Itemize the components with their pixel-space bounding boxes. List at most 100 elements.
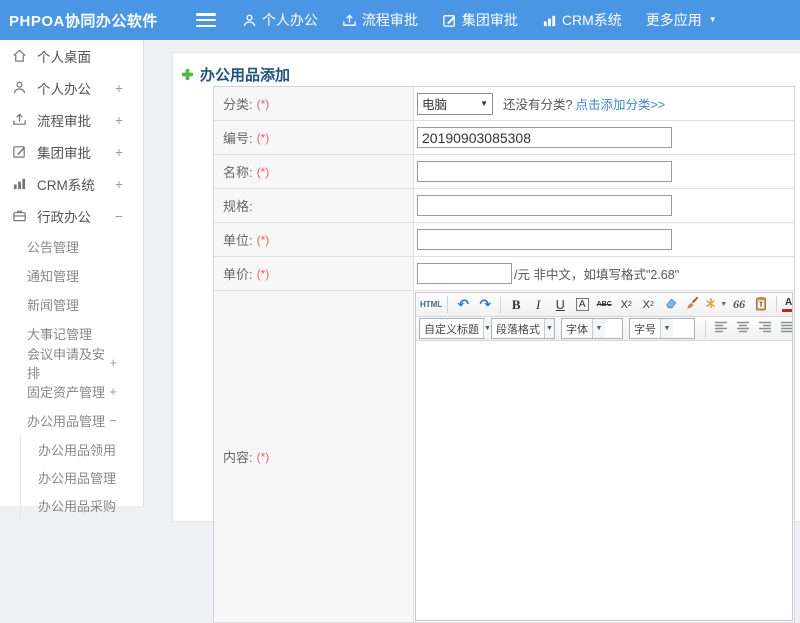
font-border-button[interactable]: A [572,295,592,315]
font-size-dropdown[interactable]: 字号 ▼ [629,318,695,339]
sidebar-item-personal-desktop[interactable]: 个人桌面 [0,40,143,72]
sidebar-item-office-supplies-mgmt[interactable]: 办公用品管理 − [0,406,143,435]
align-center-button[interactable] [733,319,753,339]
topnav-crm-system[interactable]: CRM系统 [542,10,622,30]
expander-minus[interactable]: − [109,413,117,428]
field-label: 分类: [223,97,253,112]
sidebar-item-supplies-manage[interactable]: 办公用品管理 [21,463,143,491]
italic-button[interactable]: I [528,295,548,315]
align-right-button[interactable] [755,319,775,339]
spec-input[interactable] [417,195,672,216]
expander-plus[interactable]: + [109,384,117,399]
editor-content-area[interactable] [416,341,792,620]
required-marker: (*) [256,164,270,179]
sidebar-item-supplies-purchase[interactable]: 办公用品采购 [21,491,143,519]
expander-plus[interactable]: + [115,80,123,96]
required-marker: (*) [256,96,270,111]
sidebar-item-crm-system[interactable]: CRM系统 + [0,168,143,200]
expander-plus[interactable]: + [115,144,123,160]
add-category-link[interactable]: 点击添加分类>> [575,94,665,113]
undo-button[interactable]: ↶ [453,295,473,315]
caret-down-icon: ▼ [660,319,673,338]
price-input[interactable] [417,263,512,284]
redo-button[interactable]: ↷ [475,295,495,315]
paragraph-format-dropdown[interactable]: 段落格式 ▼ [491,318,555,339]
format-brush-icon [685,296,700,313]
expander-plus[interactable]: + [115,176,123,192]
topnav-label: 个人办公 [261,12,318,28]
sidebar-item-label: 固定资产管理 [27,385,106,400]
form-row-spec: 规格: [214,189,794,223]
required-marker: (*) [256,266,270,281]
topnav-group-approval[interactable]: 集团审批 [442,10,518,30]
unit-input[interactable] [417,229,672,250]
sidebar-item-label: 流程审批 [37,114,91,129]
field-label-cell: 单位: (*) [214,223,414,256]
sidebar-item-workflow-approval[interactable]: 流程审批 + [0,104,143,136]
align-left-button[interactable] [711,319,731,339]
field-label-cell: 规格: [214,189,414,222]
name-input[interactable] [417,161,672,182]
supplies-add-form: 分类: (*) 电脑 ▼ 还没有分类? 点击添加分类>> 编号: (*) 201… [213,86,795,623]
bold-button[interactable]: B [506,295,526,315]
topnav-workflow-approval[interactable]: 流程审批 [342,10,418,30]
align-left-icon [714,321,728,336]
caret-down-icon: ▼ [708,15,717,24]
field-label-cell: 分类: (*) [214,87,414,120]
align-right-icon [758,321,772,336]
hamburger-icon[interactable] [195,13,216,27]
dropdown-label: 字体 [566,323,588,336]
category-select[interactable]: 电脑 ▼ [417,92,493,115]
topnav-label: CRM系统 [561,12,622,28]
html-source-button[interactable]: HTML [420,295,442,315]
custom-title-dropdown[interactable]: 自定义标题 ▼ [419,318,491,339]
sidebar-item-news-mgmt[interactable]: 新闻管理 [0,290,143,319]
sidebar-item-fixed-assets-mgmt[interactable]: 固定资产管理 + [0,377,143,406]
form-row-content: 内容: (*) HTML ↶ ↷ B I U A ABC X 2 X 2 ▼ 6… [214,291,794,623]
underline-button[interactable]: U [550,295,570,315]
field-label: 单价: [223,267,253,282]
plus-icon [181,68,194,81]
paste-plain-button[interactable] [751,295,771,315]
top-navigation: 个人办公 流程审批 集团审批 CRM系统 更多应用 ▼ [242,10,717,30]
sidebar-item-label: 通知管理 [27,269,80,284]
expander-minus[interactable]: − [115,208,123,224]
sidebar-item-label: CRM系统 [37,178,95,193]
topnav-personal-office[interactable]: 个人办公 [242,10,318,30]
sidebar-item-announcement-mgmt[interactable]: 公告管理 [0,232,143,261]
topnav-more-apps[interactable]: 更多应用 ▼ [646,10,717,30]
topnav-label: 更多应用 [645,12,702,28]
sidebar-item-label: 个人办公 [37,82,91,97]
sidebar-item-notice-mgmt[interactable]: 通知管理 [0,261,143,290]
auto-typeset-button[interactable]: ▼ [704,295,727,315]
code-input[interactable] [417,127,672,148]
expander-plus[interactable]: + [109,355,117,370]
eraser-button[interactable] [660,295,680,315]
sidebar-item-admin-office[interactable]: 行政办公 − [0,200,143,232]
expander-plus[interactable]: + [115,112,123,128]
align-justify-button[interactable] [777,319,792,339]
superscript-button[interactable]: X2 [616,295,636,315]
field-label-cell: 编号: (*) [214,121,414,154]
main-panel: 办公用品添加 分类: (*) 电脑 ▼ 还没有分类? 点击添加分类>> 编号: … [172,52,800,623]
font-color-button[interactable]: A▼ [782,295,792,315]
subscript-button[interactable]: X2 [638,295,658,315]
format-brush-button[interactable] [682,295,702,315]
field-label-cell: 名称: (*) [214,155,414,188]
strikethrough-button[interactable]: ABC [594,295,614,315]
topnav-label: 集团审批 [461,12,518,28]
workflow-icon [12,112,28,128]
sidebar-item-supplies-claim[interactable]: 办公用品领用 [21,435,143,463]
caret-down-icon: ▼ [483,319,491,338]
toolbar-separator [705,320,706,337]
field-value-cell: /元 非中文，如填写格式"2.68" [414,257,794,290]
sidebar-item-group-approval[interactable]: 集团审批 + [0,136,143,168]
form-row-unit: 单位: (*) [214,223,794,257]
font-family-dropdown[interactable]: 字体 ▼ [561,318,623,339]
field-value-cell: HTML ↶ ↷ B I U A ABC X2 X2 ▼ 66 A 自定义标题 … [414,291,794,622]
sidebar-item-personal-office[interactable]: 个人办公 + [0,72,143,104]
form-row-code: 编号: (*) [214,121,794,155]
blockquote-button[interactable]: 66 [729,295,749,315]
select-arrow-icon: ▼ [480,99,488,108]
sidebar-item-meeting-request[interactable]: 会议申请及安排 + [0,347,143,381]
